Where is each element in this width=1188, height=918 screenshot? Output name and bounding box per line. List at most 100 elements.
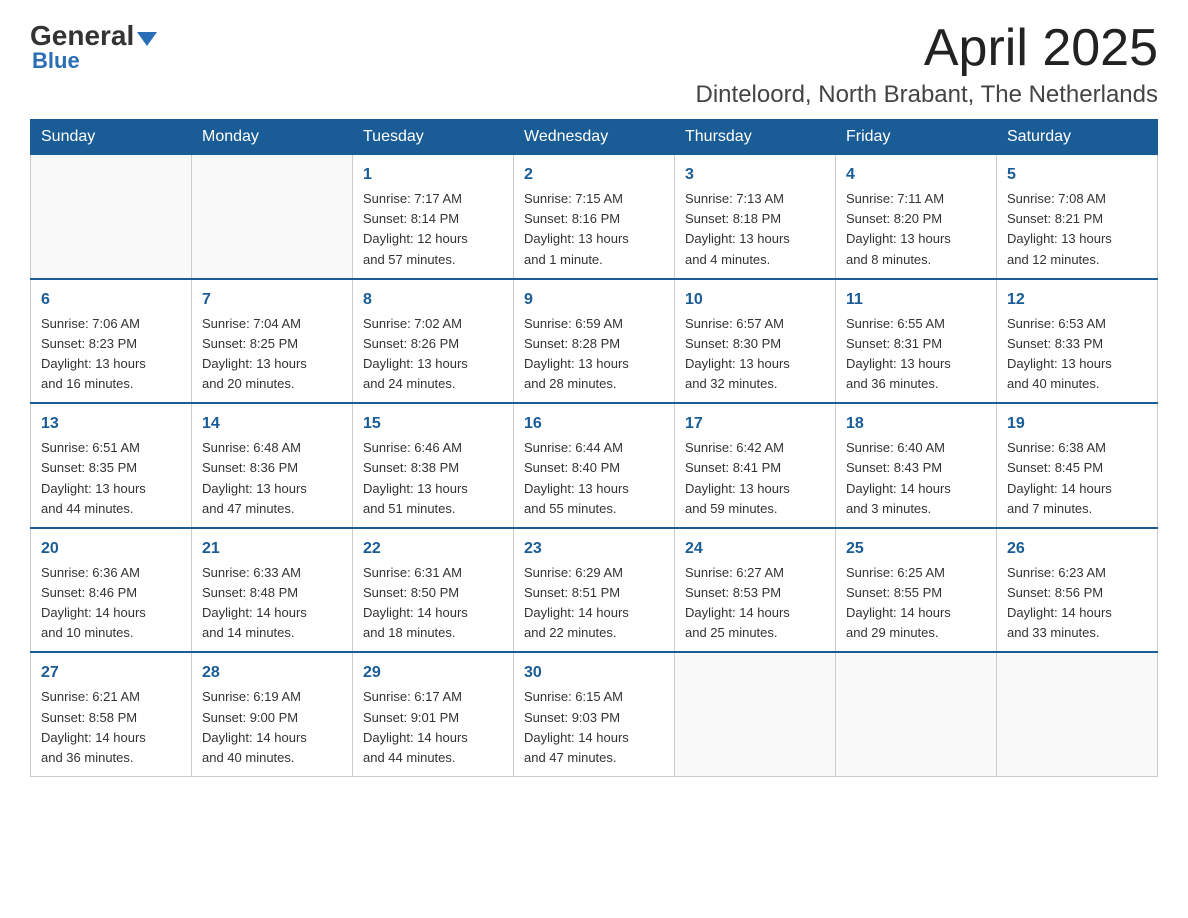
calendar-cell: 10Sunrise: 6:57 AMSunset: 8:30 PMDayligh… [675, 279, 836, 404]
day-info: Sunrise: 7:08 AMSunset: 8:21 PMDaylight:… [1007, 189, 1147, 270]
day-number: 19 [1007, 412, 1147, 436]
header: General Blue April 2025 Dinteloord, Nort… [30, 20, 1158, 109]
day-number: 15 [363, 412, 503, 436]
day-number: 11 [846, 288, 986, 312]
location-title: Dinteloord, North Brabant, The Netherlan… [696, 81, 1158, 109]
day-number: 8 [363, 288, 503, 312]
day-info: Sunrise: 7:04 AMSunset: 8:25 PMDaylight:… [202, 314, 342, 395]
calendar-cell: 1Sunrise: 7:17 AMSunset: 8:14 PMDaylight… [353, 155, 514, 279]
day-info: Sunrise: 6:57 AMSunset: 8:30 PMDaylight:… [685, 314, 825, 395]
day-number: 3 [685, 163, 825, 187]
column-header-tuesday: Tuesday [353, 120, 514, 155]
calendar-cell: 24Sunrise: 6:27 AMSunset: 8:53 PMDayligh… [675, 528, 836, 653]
column-header-monday: Monday [192, 120, 353, 155]
day-number: 12 [1007, 288, 1147, 312]
day-number: 9 [524, 288, 664, 312]
calendar-cell: 20Sunrise: 6:36 AMSunset: 8:46 PMDayligh… [31, 528, 192, 653]
calendar-week-row: 1Sunrise: 7:17 AMSunset: 8:14 PMDaylight… [31, 155, 1158, 279]
calendar-cell [836, 652, 997, 776]
calendar-cell: 29Sunrise: 6:17 AMSunset: 9:01 PMDayligh… [353, 652, 514, 776]
calendar-cell: 26Sunrise: 6:23 AMSunset: 8:56 PMDayligh… [997, 528, 1158, 653]
calendar-cell [192, 155, 353, 279]
day-info: Sunrise: 7:11 AMSunset: 8:20 PMDaylight:… [846, 189, 986, 270]
calendar-cell: 6Sunrise: 7:06 AMSunset: 8:23 PMDaylight… [31, 279, 192, 404]
calendar-cell: 21Sunrise: 6:33 AMSunset: 8:48 PMDayligh… [192, 528, 353, 653]
calendar-cell [31, 155, 192, 279]
day-info: Sunrise: 7:02 AMSunset: 8:26 PMDaylight:… [363, 314, 503, 395]
day-info: Sunrise: 6:53 AMSunset: 8:33 PMDaylight:… [1007, 314, 1147, 395]
day-number: 28 [202, 661, 342, 685]
calendar-week-row: 27Sunrise: 6:21 AMSunset: 8:58 PMDayligh… [31, 652, 1158, 776]
calendar-cell: 8Sunrise: 7:02 AMSunset: 8:26 PMDaylight… [353, 279, 514, 404]
calendar-cell: 28Sunrise: 6:19 AMSunset: 9:00 PMDayligh… [192, 652, 353, 776]
day-number: 10 [685, 288, 825, 312]
day-info: Sunrise: 7:13 AMSunset: 8:18 PMDaylight:… [685, 189, 825, 270]
day-info: Sunrise: 6:25 AMSunset: 8:55 PMDaylight:… [846, 563, 986, 644]
calendar-cell: 4Sunrise: 7:11 AMSunset: 8:20 PMDaylight… [836, 155, 997, 279]
day-number: 1 [363, 163, 503, 187]
day-number: 25 [846, 537, 986, 561]
calendar-cell: 23Sunrise: 6:29 AMSunset: 8:51 PMDayligh… [514, 528, 675, 653]
calendar-cell: 13Sunrise: 6:51 AMSunset: 8:35 PMDayligh… [31, 403, 192, 528]
calendar-cell: 2Sunrise: 7:15 AMSunset: 8:16 PMDaylight… [514, 155, 675, 279]
day-info: Sunrise: 6:40 AMSunset: 8:43 PMDaylight:… [846, 438, 986, 519]
day-number: 29 [363, 661, 503, 685]
day-number: 27 [41, 661, 181, 685]
calendar-cell: 11Sunrise: 6:55 AMSunset: 8:31 PMDayligh… [836, 279, 997, 404]
calendar-cell: 14Sunrise: 6:48 AMSunset: 8:36 PMDayligh… [192, 403, 353, 528]
calendar-header-row: SundayMondayTuesdayWednesdayThursdayFrid… [31, 120, 1158, 155]
day-info: Sunrise: 6:36 AMSunset: 8:46 PMDaylight:… [41, 563, 181, 644]
day-info: Sunrise: 6:15 AMSunset: 9:03 PMDaylight:… [524, 687, 664, 768]
day-number: 13 [41, 412, 181, 436]
column-header-friday: Friday [836, 120, 997, 155]
calendar-cell: 30Sunrise: 6:15 AMSunset: 9:03 PMDayligh… [514, 652, 675, 776]
day-info: Sunrise: 6:48 AMSunset: 8:36 PMDaylight:… [202, 438, 342, 519]
day-info: Sunrise: 6:46 AMSunset: 8:38 PMDaylight:… [363, 438, 503, 519]
day-info: Sunrise: 7:06 AMSunset: 8:23 PMDaylight:… [41, 314, 181, 395]
day-info: Sunrise: 6:59 AMSunset: 8:28 PMDaylight:… [524, 314, 664, 395]
day-number: 26 [1007, 537, 1147, 561]
day-number: 23 [524, 537, 664, 561]
month-title: April 2025 [696, 20, 1158, 77]
calendar-cell: 15Sunrise: 6:46 AMSunset: 8:38 PMDayligh… [353, 403, 514, 528]
day-number: 30 [524, 661, 664, 685]
calendar-cell: 17Sunrise: 6:42 AMSunset: 8:41 PMDayligh… [675, 403, 836, 528]
day-number: 14 [202, 412, 342, 436]
calendar: SundayMondayTuesdayWednesdayThursdayFrid… [30, 119, 1158, 777]
day-info: Sunrise: 6:19 AMSunset: 9:00 PMDaylight:… [202, 687, 342, 768]
column-header-sunday: Sunday [31, 120, 192, 155]
day-info: Sunrise: 6:31 AMSunset: 8:50 PMDaylight:… [363, 563, 503, 644]
day-number: 6 [41, 288, 181, 312]
calendar-cell: 12Sunrise: 6:53 AMSunset: 8:33 PMDayligh… [997, 279, 1158, 404]
day-number: 24 [685, 537, 825, 561]
calendar-cell: 25Sunrise: 6:25 AMSunset: 8:55 PMDayligh… [836, 528, 997, 653]
calendar-cell: 19Sunrise: 6:38 AMSunset: 8:45 PMDayligh… [997, 403, 1158, 528]
day-info: Sunrise: 6:38 AMSunset: 8:45 PMDaylight:… [1007, 438, 1147, 519]
day-info: Sunrise: 6:23 AMSunset: 8:56 PMDaylight:… [1007, 563, 1147, 644]
logo-blue-text: Blue [30, 48, 80, 74]
calendar-cell: 16Sunrise: 6:44 AMSunset: 8:40 PMDayligh… [514, 403, 675, 528]
day-info: Sunrise: 6:27 AMSunset: 8:53 PMDaylight:… [685, 563, 825, 644]
day-info: Sunrise: 6:51 AMSunset: 8:35 PMDaylight:… [41, 438, 181, 519]
day-info: Sunrise: 6:42 AMSunset: 8:41 PMDaylight:… [685, 438, 825, 519]
day-info: Sunrise: 6:17 AMSunset: 9:01 PMDaylight:… [363, 687, 503, 768]
column-header-thursday: Thursday [675, 120, 836, 155]
calendar-cell: 18Sunrise: 6:40 AMSunset: 8:43 PMDayligh… [836, 403, 997, 528]
day-number: 16 [524, 412, 664, 436]
day-number: 17 [685, 412, 825, 436]
calendar-cell: 3Sunrise: 7:13 AMSunset: 8:18 PMDaylight… [675, 155, 836, 279]
calendar-week-row: 20Sunrise: 6:36 AMSunset: 8:46 PMDayligh… [31, 528, 1158, 653]
day-number: 18 [846, 412, 986, 436]
day-info: Sunrise: 6:21 AMSunset: 8:58 PMDaylight:… [41, 687, 181, 768]
calendar-cell: 27Sunrise: 6:21 AMSunset: 8:58 PMDayligh… [31, 652, 192, 776]
day-info: Sunrise: 7:15 AMSunset: 8:16 PMDaylight:… [524, 189, 664, 270]
calendar-week-row: 13Sunrise: 6:51 AMSunset: 8:35 PMDayligh… [31, 403, 1158, 528]
day-info: Sunrise: 6:55 AMSunset: 8:31 PMDaylight:… [846, 314, 986, 395]
day-info: Sunrise: 6:44 AMSunset: 8:40 PMDaylight:… [524, 438, 664, 519]
day-number: 20 [41, 537, 181, 561]
day-number: 21 [202, 537, 342, 561]
title-area: April 2025 Dinteloord, North Brabant, Th… [696, 20, 1158, 109]
logo-arrow-icon [137, 32, 157, 46]
calendar-cell [675, 652, 836, 776]
calendar-cell: 9Sunrise: 6:59 AMSunset: 8:28 PMDaylight… [514, 279, 675, 404]
